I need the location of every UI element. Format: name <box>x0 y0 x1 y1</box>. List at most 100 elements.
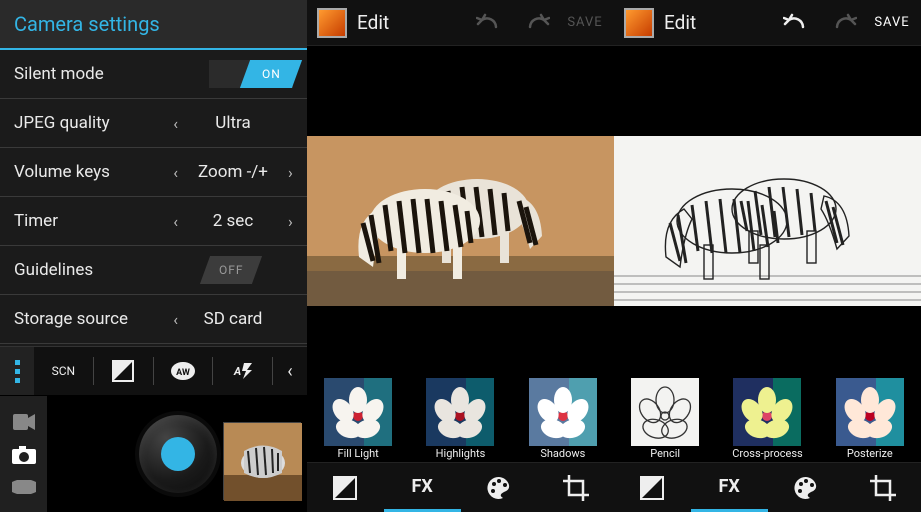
effect-thumbnails-strip: Fill Light Highlights Shadows <box>307 372 614 462</box>
effect-thumb-icon <box>324 378 392 446</box>
editor-canvas[interactable] <box>614 46 921 372</box>
tab-exposure[interactable] <box>614 462 691 512</box>
photo-mode-icon[interactable] <box>12 446 36 464</box>
row-guidelines[interactable]: Guidelines OFF <box>0 246 307 295</box>
label: JPEG quality <box>14 113 173 133</box>
photo-editor-panel-b: Edit SAVE <box>614 0 921 512</box>
save-button[interactable]: SAVE <box>566 4 604 42</box>
exposure-button[interactable] <box>94 347 153 395</box>
last-photo-thumbnail[interactable] <box>223 422 301 500</box>
settings-list: Silent mode ON JPEG quality ‹ Ultra › Vo… <box>0 50 307 344</box>
toggle-silent-mode[interactable]: ON <box>209 60 293 88</box>
shutter-button[interactable] <box>135 411 221 497</box>
editor-tab-bar: FX <box>307 462 614 512</box>
label: Volume keys <box>14 162 173 182</box>
row-jpeg-quality[interactable]: JPEG quality ‹ Ultra › <box>0 99 307 148</box>
undo-icon <box>476 13 502 33</box>
fx-label: FX <box>718 476 739 497</box>
value: Ultra <box>198 113 268 133</box>
row-silent-mode[interactable]: Silent mode ON <box>0 50 307 99</box>
effect-thumbnails-strip: Pencil Cross-process Posterize <box>614 372 921 462</box>
tab-color[interactable] <box>461 462 538 512</box>
effect-fill-light[interactable]: Fill Light <box>307 372 409 462</box>
scene-mode-button[interactable]: SCN <box>34 347 93 395</box>
label: Silent mode <box>14 64 209 84</box>
overflow-menu-button[interactable] <box>0 347 34 395</box>
awb-icon: AW <box>170 361 196 381</box>
flash-mode-button[interactable]: A <box>213 347 272 395</box>
camera-mode-toolbar: SCN AW A ‹ <box>0 346 307 396</box>
row-storage-source[interactable]: Storage source ‹ SD card › <box>0 295 307 344</box>
editor-title: Edit <box>357 11 460 34</box>
white-balance-button[interactable]: AW <box>154 347 213 395</box>
tab-fx[interactable]: FX <box>691 462 768 512</box>
stepper-volume-keys[interactable]: ‹ Zoom -/+ › <box>173 162 293 182</box>
undo-button[interactable] <box>470 4 508 42</box>
settings-title: Camera settings <box>14 12 160 36</box>
editor-tab-bar: FX <box>614 462 921 512</box>
stepper-timer[interactable]: ‹ 2 sec › <box>173 211 293 231</box>
zebra-photo-pencil <box>614 46 921 372</box>
gallery-app-icon[interactable] <box>624 8 654 38</box>
svg-text:AW: AW <box>176 368 190 378</box>
undo-icon <box>783 13 809 33</box>
redo-icon <box>524 13 550 33</box>
editor-header: Edit SAVE <box>614 0 921 46</box>
capture-mode-column <box>0 396 48 512</box>
chevron-left-icon[interactable]: ‹ <box>173 114 178 133</box>
collapse-chevron-icon[interactable]: ‹ <box>273 361 307 382</box>
save-button[interactable]: SAVE <box>873 4 911 42</box>
label: Storage source <box>14 309 173 329</box>
editor-canvas[interactable] <box>307 46 614 372</box>
chevron-right-icon[interactable]: › <box>288 163 293 182</box>
settings-header: Camera settings <box>0 0 307 50</box>
effect-posterize[interactable]: Posterize <box>819 372 921 462</box>
panorama-mode-icon[interactable] <box>12 480 36 494</box>
effect-shadows[interactable]: Shadows <box>512 372 614 462</box>
value: SD card <box>198 309 268 329</box>
photo-editor-panel-a: Edit SAVE <box>307 0 614 512</box>
palette-icon <box>793 475 819 501</box>
chevron-left-icon[interactable]: ‹ <box>173 212 178 231</box>
effect-thumb-icon <box>733 378 801 446</box>
exposure-icon <box>111 359 135 383</box>
row-volume-keys[interactable]: Volume keys ‹ Zoom -/+ › <box>0 148 307 197</box>
stepper-jpeg-quality[interactable]: ‹ Ultra › <box>173 113 293 133</box>
tab-exposure[interactable] <box>307 462 384 512</box>
scn-label: SCN <box>52 364 76 378</box>
redo-icon <box>831 13 857 33</box>
editor-title: Edit <box>664 11 767 34</box>
effect-pencil[interactable]: Pencil <box>614 372 716 462</box>
effect-thumb-icon <box>426 378 494 446</box>
chevron-left-icon[interactable]: ‹ <box>173 163 178 182</box>
toggle-guidelines[interactable]: OFF <box>209 256 293 284</box>
effect-label: Shadows <box>540 447 585 460</box>
tab-color[interactable] <box>768 462 845 512</box>
editor-header: Edit SAVE <box>307 0 614 46</box>
gallery-app-icon[interactable] <box>317 8 347 38</box>
redo-button[interactable] <box>825 4 863 42</box>
effect-thumb-icon <box>631 378 699 446</box>
effect-label: Posterize <box>847 447 893 460</box>
label: Guidelines <box>14 260 209 280</box>
crop-icon <box>870 475 896 501</box>
chevron-left-icon[interactable]: ‹ <box>173 310 178 329</box>
fx-label: FX <box>411 476 432 497</box>
effect-label: Highlights <box>436 447 486 460</box>
undo-button[interactable] <box>777 4 815 42</box>
svg-text:A: A <box>233 365 241 378</box>
tab-crop[interactable] <box>844 462 921 512</box>
effect-highlights[interactable]: Highlights <box>409 372 511 462</box>
row-timer[interactable]: Timer ‹ 2 sec › <box>0 197 307 246</box>
chevron-right-icon[interactable]: › <box>288 212 293 231</box>
tab-crop[interactable] <box>537 462 614 512</box>
effect-cross-process[interactable]: Cross-process <box>716 372 818 462</box>
effect-thumb-icon <box>529 378 597 446</box>
effect-thumb-icon <box>836 378 904 446</box>
redo-button[interactable] <box>518 4 556 42</box>
video-mode-icon[interactable] <box>13 414 35 430</box>
stepper-storage-source[interactable]: ‹ SD card › <box>173 309 293 329</box>
value: 2 sec <box>198 211 268 231</box>
value: Zoom -/+ <box>198 162 268 182</box>
tab-fx[interactable]: FX <box>384 462 461 512</box>
